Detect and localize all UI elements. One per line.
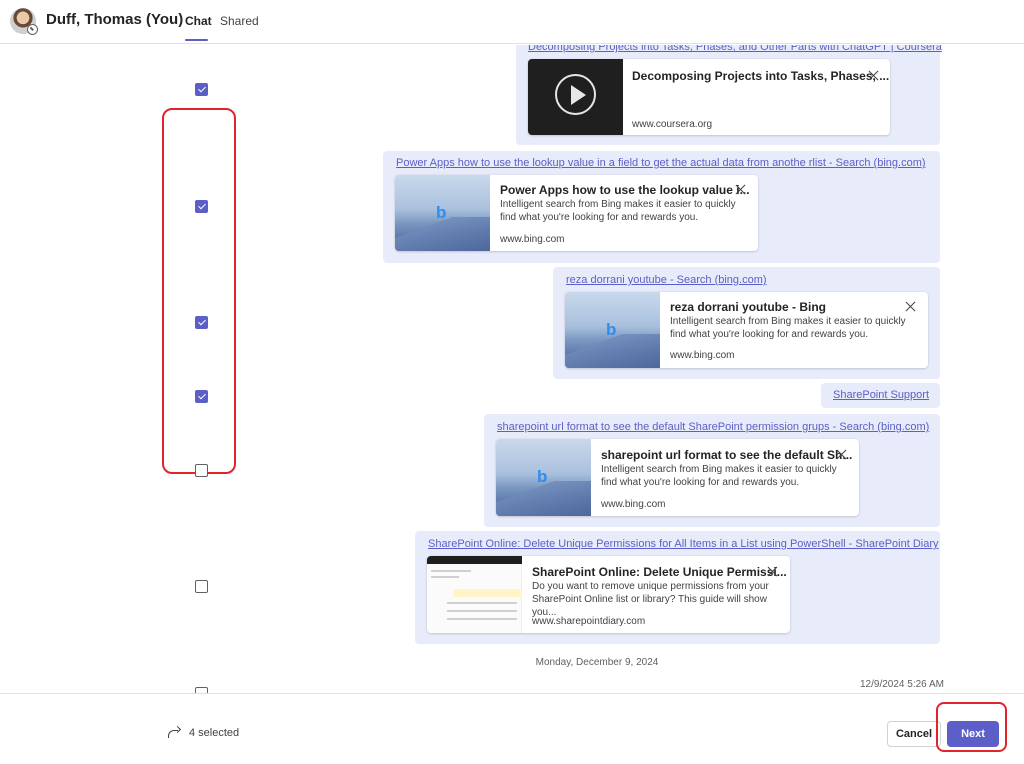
video-play-icon: [555, 74, 596, 115]
message-link[interactable]: reza dorrani youtube - Search (bing.com): [566, 274, 767, 286]
message-timestamp: 12/9/2024 5:26 AM: [860, 679, 944, 690]
message-checkbox[interactable]: [195, 464, 208, 477]
link-preview-card[interactable]: Decomposing Projects into Tasks, Phases,…: [528, 59, 890, 135]
cancel-button[interactable]: Cancel: [887, 721, 941, 747]
chat-title: Duff, Thomas (You): [46, 11, 184, 28]
link-preview-title: Decomposing Projects into Tasks, Phases,…: [632, 69, 890, 83]
link-preview-description: Intelligent search from Bing makes it ea…: [670, 316, 906, 340]
link-preview-domain: www.sharepointdiary.com: [532, 616, 646, 627]
link-preview-description: Do you want to remove unique permissions…: [532, 581, 769, 618]
message-link[interactable]: Power Apps how to use the lookup value i…: [396, 157, 926, 169]
link-preview-domain: www.coursera.org: [632, 119, 713, 130]
link-preview-thumbnail: b: [395, 175, 490, 251]
link-preview-title: Power Apps how to use the lookup value i…: [500, 183, 750, 197]
link-preview-domain: www.bing.com: [670, 350, 735, 361]
message-bubble: sharepoint url format to see the default…: [484, 414, 940, 527]
chat-header: Duff, Thomas (You) Chat Shared: [0, 0, 1024, 44]
link-preview-card[interactable]: SharePoint Online: Delete Unique Permiss…: [427, 556, 790, 633]
link-preview-thumbnail: b: [496, 439, 591, 516]
close-icon[interactable]: [735, 184, 746, 195]
active-tab-indicator: [185, 39, 208, 41]
presence-status-icon: [27, 24, 38, 35]
link-preview-domain: www.bing.com: [601, 499, 666, 510]
link-preview-domain: www.bing.com: [500, 234, 565, 245]
link-preview-title: sharepoint url format to see the default…: [601, 448, 853, 462]
selected-count: 4 selected: [189, 727, 240, 739]
link-preview-thumbnail: b: [565, 292, 660, 368]
link-preview-title: reza dorrani youtube - Bing: [670, 300, 827, 314]
link-preview-description: Intelligent search from Bing makes it ea…: [601, 464, 837, 488]
tab-chat[interactable]: Chat: [185, 14, 212, 28]
message-bubble: SharePoint Online: Delete Unique Permiss…: [415, 531, 940, 644]
message-link[interactable]: sharepoint url format to see the default…: [497, 421, 929, 433]
close-icon[interactable]: [868, 70, 879, 81]
link-preview-thumbnail: [427, 556, 522, 633]
message-checkbox[interactable]: [195, 83, 208, 96]
message-bubble: Decomposing Projects into Tasks, Phases,…: [516, 45, 942, 145]
message-link[interactable]: Decomposing Projects into Tasks, Phases,…: [528, 45, 942, 53]
bing-logo-icon: b: [606, 320, 617, 339]
message-list[interactable]: Decomposing Projects into Tasks, Phases,…: [0, 45, 1024, 693]
message-bubble: Power Apps how to use the lookup value i…: [383, 151, 940, 263]
link-preview-title: SharePoint Online: Delete Unique Permiss…: [532, 565, 787, 579]
forward-icon: [168, 727, 180, 738]
message-link[interactable]: SharePoint Support: [833, 389, 929, 401]
next-highlight-outline: [936, 702, 1007, 752]
message-bubble: SharePoint Support: [821, 383, 940, 408]
close-icon[interactable]: [905, 301, 916, 312]
close-icon[interactable]: [836, 449, 847, 460]
link-preview-thumbnail: [528, 59, 623, 135]
link-preview-card[interactable]: b reza dorrani youtube - Bing Intelligen…: [565, 292, 928, 368]
message-bubble: reza dorrani youtube - Search (bing.com)…: [553, 267, 940, 379]
bing-logo-icon: b: [537, 467, 548, 486]
link-preview-card[interactable]: b sharepoint url format to see the defau…: [496, 439, 859, 516]
link-preview-card[interactable]: b Power Apps how to use the lookup value…: [395, 175, 758, 251]
message-link[interactable]: SharePoint Online: Delete Unique Permiss…: [428, 538, 939, 550]
bing-logo-icon: b: [436, 203, 447, 222]
close-icon[interactable]: [767, 566, 778, 577]
forward-footer: 4 selected Cancel Next: [0, 693, 1024, 764]
message-checkbox[interactable]: [195, 580, 208, 593]
selection-highlight-outline: [162, 108, 236, 474]
date-separator: Monday, December 9, 2024: [535, 657, 659, 668]
link-preview-description: Intelligent search from Bing makes it ea…: [500, 199, 736, 223]
tab-shared[interactable]: Shared: [220, 14, 259, 28]
